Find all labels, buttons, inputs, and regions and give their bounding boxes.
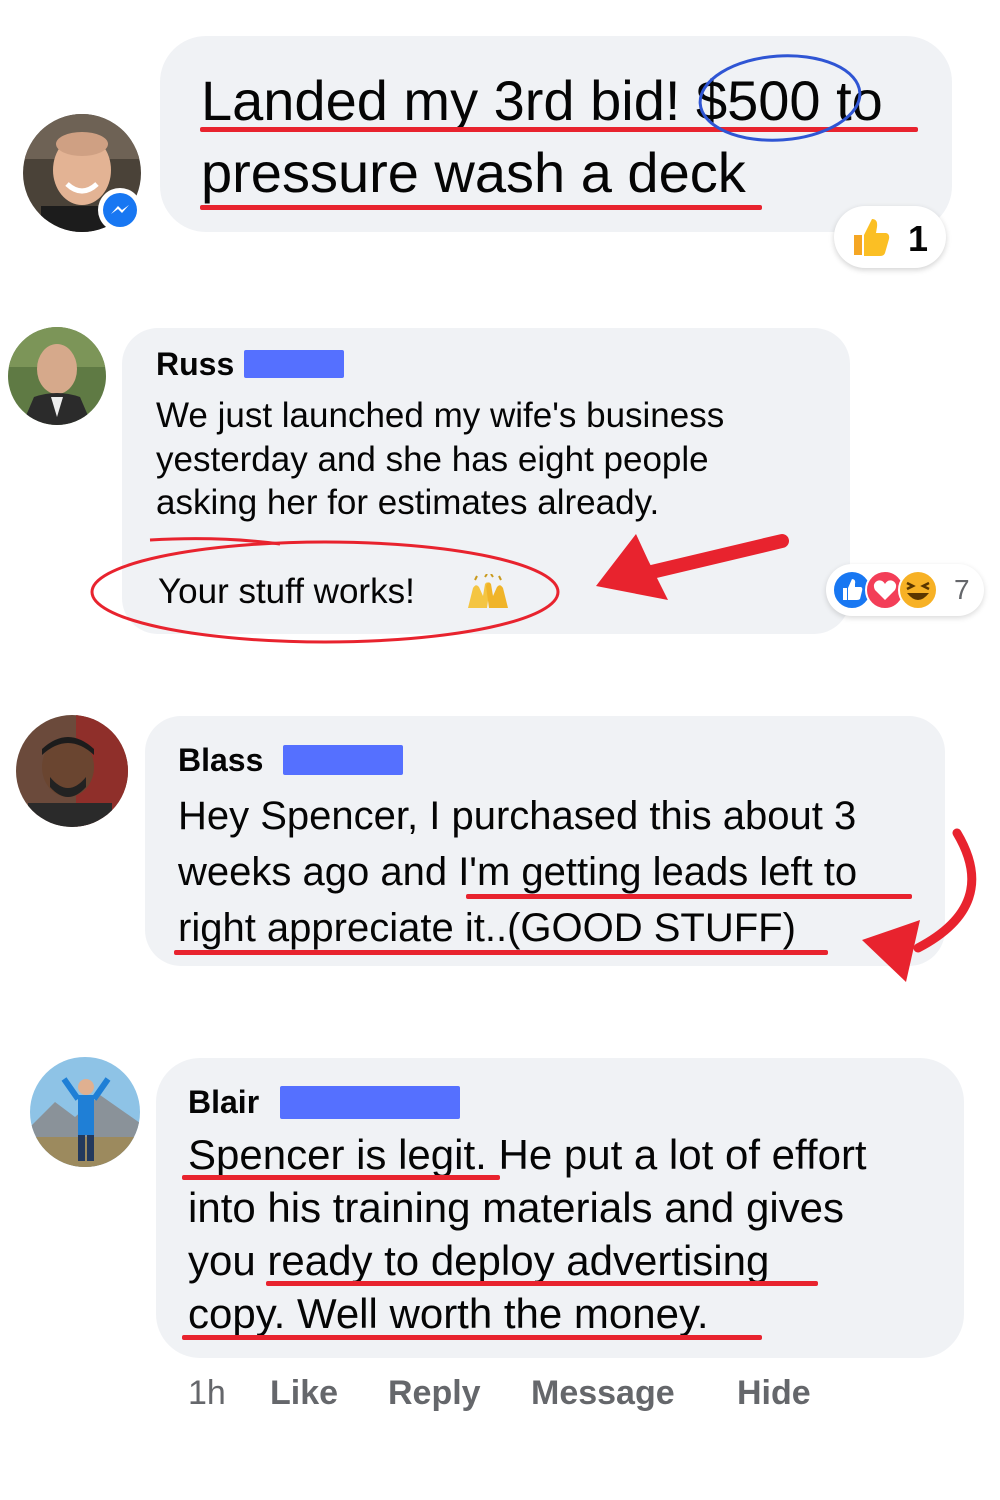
annotation-underline — [200, 127, 918, 132]
comment-text-line: Hey Spencer, I purchased this about 3 — [178, 794, 857, 838]
annotation-underline — [466, 894, 912, 899]
reactions-count: 7 — [954, 574, 970, 605]
redaction-bar — [280, 1086, 460, 1119]
thumbs-up-icon — [848, 215, 892, 264]
message-button[interactable]: Message — [531, 1374, 675, 1413]
comment-highlight-text: Your stuff works! — [158, 572, 415, 611]
annotation-underline — [182, 1335, 762, 1340]
reaction-count: 1 — [908, 218, 929, 259]
comment-text-line: We just launched my wife's business — [156, 396, 725, 435]
reaction-badge[interactable]: 1 — [834, 206, 946, 268]
comment-text-line: asking her for estimates already. — [156, 483, 660, 522]
comment-text-line: copy. Well worth the money. — [188, 1290, 709, 1337]
comment-timestamp: 1h — [188, 1374, 226, 1412]
like-button[interactable]: Like — [270, 1374, 338, 1413]
comment-text-line: Spencer is legit. He put a lot of effort — [188, 1131, 867, 1178]
message-bubble: Landed my 3rd bid! $500 to pressure wash… — [160, 36, 952, 232]
comment-bubble: Russ We just launched my wife's business… — [122, 328, 850, 634]
comment-text-line: weeks ago and I'm getting leads left to — [178, 850, 858, 894]
avatar[interactable] — [30, 1057, 140, 1167]
avatar[interactable] — [16, 715, 128, 827]
comment-text-line: right appreciate it..(GOOD STUFF) — [178, 906, 796, 950]
messenger-icon — [98, 188, 142, 232]
redaction-bar — [244, 350, 344, 378]
redaction-bar — [283, 745, 403, 775]
reply-button[interactable]: Reply — [388, 1374, 481, 1413]
message-text-line: Landed my 3rd bid! $500 to — [201, 69, 883, 132]
annotation-underline — [266, 1281, 818, 1286]
annotation-underline — [174, 950, 828, 955]
haha-icon — [897, 569, 939, 616]
comment-text-line: into his training materials and gives — [188, 1184, 845, 1231]
hide-button[interactable]: Hide — [737, 1374, 811, 1413]
comment-bubble: Blass Hey Spencer, I purchased this abou… — [145, 716, 945, 966]
comment-text-line: you ready to deploy advertising — [188, 1237, 770, 1284]
reactions-summary[interactable]: 7 — [826, 564, 984, 616]
message-text-line: pressure wash a deck — [201, 141, 746, 204]
comment-author[interactable]: Russ — [156, 346, 234, 383]
comment-author[interactable]: Blass — [178, 742, 263, 779]
avatar[interactable] — [8, 327, 106, 425]
comment-author[interactable]: Blair — [188, 1084, 259, 1121]
raising-hands-icon — [465, 573, 511, 615]
annotation-underline — [200, 205, 762, 210]
comment-bubble: Blair Spencer is legit. He put a lot of … — [156, 1058, 964, 1358]
annotation-underline — [182, 1175, 500, 1180]
comment-text-line: yesterday and she has eight people — [156, 440, 709, 479]
